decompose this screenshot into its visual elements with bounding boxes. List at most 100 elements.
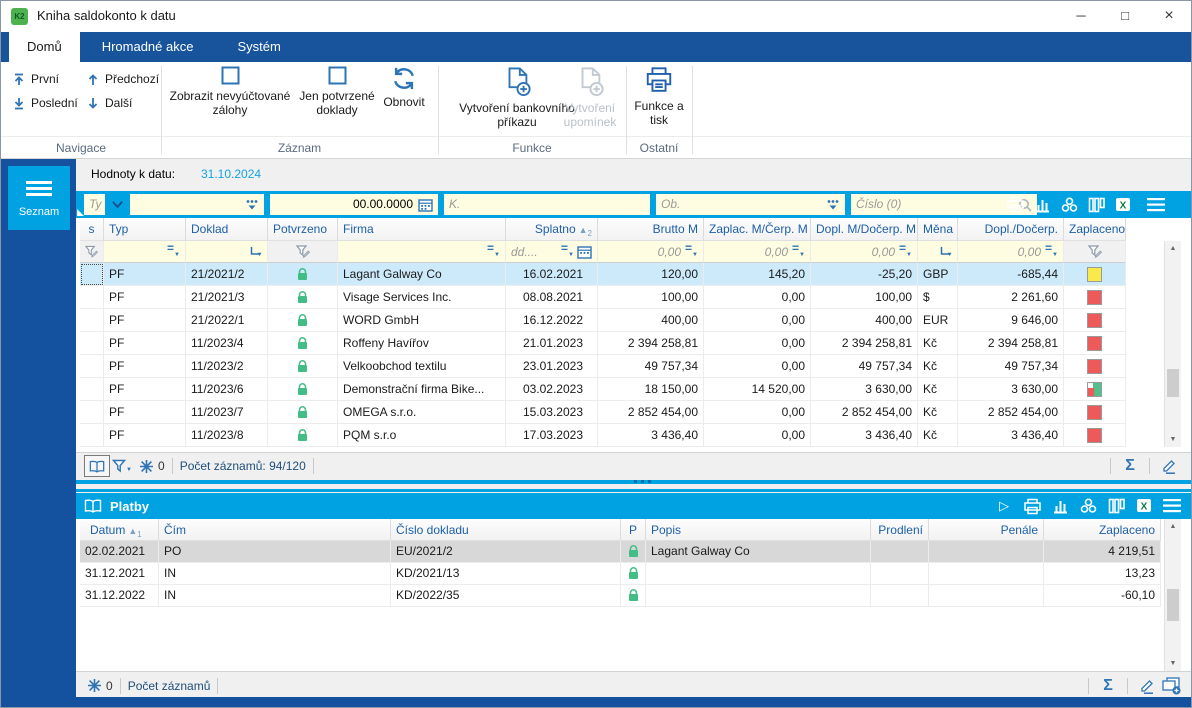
col-header-zaplaceno[interactable]: Zaplaceno [1064, 218, 1126, 241]
tab-system[interactable]: Systém [215, 32, 302, 62]
values-date-value[interactable]: 31.10.2024 [201, 167, 261, 181]
table-row[interactable]: PF 11/2023/7 OMEGA s.r.o. 15.03.2023 2 8… [80, 401, 1191, 424]
equals-filter-icon[interactable]: =▼ [167, 242, 180, 260]
scroll-up-icon[interactable]: ▲ [1165, 519, 1181, 534]
col-header-datum[interactable]: Datum ▲1 [80, 519, 159, 541]
scroll-down-icon[interactable]: ▼ [1165, 432, 1181, 447]
only-confirmed-docs-toggle[interactable]: Jen potvrzené doklady [299, 66, 375, 117]
filter-cell-zaplaceno[interactable] [1064, 241, 1126, 263]
filter-cell-dopl[interactable]: 0,00 =▼ [958, 241, 1064, 263]
col-header-cim[interactable]: Čím [159, 519, 391, 541]
table-row[interactable]: PF 11/2023/4 Roffeny Havířov 21.01.2023 … [80, 332, 1191, 355]
filter-ob-input[interactable]: Ob. [656, 194, 845, 215]
close-button[interactable]: × [1147, 1, 1191, 32]
run-button[interactable]: ▷ [993, 495, 1015, 517]
col-header-prodleni[interactable]: Prodlení [871, 519, 929, 541]
filter-k-input[interactable]: K. [444, 194, 650, 215]
filter-cell-mena[interactable] [918, 241, 958, 263]
splitter-handle[interactable] [633, 480, 651, 483]
frozen-rows-icon[interactable] [134, 455, 158, 477]
processes-button[interactable] [1058, 194, 1080, 216]
row-selector-cell[interactable] [80, 355, 104, 378]
sum-button[interactable]: Σ [1096, 675, 1120, 697]
corner-arrow-icon[interactable] [249, 246, 262, 258]
payment-row[interactable]: 31.12.2022 IN KD/2022/35 -60,10 [80, 585, 1191, 607]
col-header-dopl-m[interactable]: Dopl. M/Dočerp. M [811, 218, 918, 241]
filter-cell-s[interactable] [80, 241, 104, 263]
equals-filter-icon[interactable]: =▼ [561, 242, 574, 260]
table-row[interactable]: PF 21/2021/3 Visage Services Inc. 08.08.… [80, 286, 1191, 309]
calendar-icon[interactable] [418, 198, 433, 212]
nav-first-button[interactable]: První [13, 72, 59, 86]
panel-splitter[interactable] [76, 479, 1191, 493]
row-selector-cell[interactable] [80, 309, 104, 332]
filter-cell-doklad[interactable] [186, 241, 268, 263]
tab-domu[interactable]: Domů [9, 32, 80, 62]
table-row[interactable]: PF 11/2023/6 Demonstrační firma Bike... … [80, 378, 1191, 401]
sum-button[interactable]: Σ [1118, 455, 1142, 477]
row-selector-cell[interactable] [80, 286, 104, 309]
payment-row[interactable]: 31.12.2021 IN KD/2021/13 13,23 [80, 563, 1191, 585]
chart-button[interactable] [1049, 495, 1071, 517]
col-header-penale[interactable]: Penále [929, 519, 1044, 541]
corner-arrow-icon[interactable] [939, 246, 952, 258]
col-header-typ[interactable]: Typ [104, 218, 186, 241]
table-row[interactable]: PF 11/2023/2 Velkoobchod textilu 23.01.2… [80, 355, 1191, 378]
scrollbar-thumb[interactable] [1167, 369, 1179, 397]
filter-cell-typ[interactable]: =▼ [104, 241, 186, 263]
col-header-popis[interactable]: Popis [646, 519, 871, 541]
col-header-cislo-dokladu[interactable]: Číslo dokladu [391, 519, 621, 541]
table-row[interactable]: PF 21/2022/1 WORD GmbH 16.12.2022 400,00… [80, 309, 1191, 332]
col-header-splatno[interactable]: Splatno ▲2 [506, 218, 598, 241]
filter-menu-button[interactable]: ▼ [110, 455, 134, 477]
tab-hromadne-akce[interactable]: Hromadné akce [80, 32, 216, 62]
row-selector-cell[interactable] [80, 378, 104, 401]
filter-type-dropdown[interactable] [107, 194, 127, 215]
new-window-button[interactable] [1159, 675, 1183, 697]
sidebar-item-seznam[interactable]: Seznam [8, 166, 70, 230]
lookup-dots-icon[interactable] [245, 199, 259, 211]
chart-button[interactable] [1031, 194, 1053, 216]
payment-row[interactable]: 02.02.2021 PO EU/2021/2 Lagant Galway Co… [80, 541, 1191, 563]
refresh-button[interactable]: Obnovit [375, 66, 433, 109]
excel-export-button[interactable]: X [1112, 194, 1134, 216]
print-button[interactable] [1021, 495, 1043, 517]
equals-filter-icon[interactable]: =▼ [685, 242, 698, 260]
scrollbar-thumb[interactable] [1167, 589, 1179, 621]
filter-cell-zaplac[interactable]: 0,00 =▼ [704, 241, 811, 263]
processes-button[interactable] [1077, 495, 1099, 517]
scroll-up-icon[interactable]: ▲ [1165, 241, 1181, 256]
col-header-brutto[interactable]: Brutto M [598, 218, 704, 241]
filter-lookup-input[interactable] [130, 194, 264, 215]
row-selector-cell[interactable] [80, 424, 104, 447]
filter-date-input[interactable]: 00.00.0000 [270, 194, 438, 215]
table-row[interactable]: PF 11/2023/8 PQM s.r.o 17.03.2023 3 436,… [80, 424, 1191, 447]
equals-filter-icon[interactable]: =▼ [792, 242, 805, 260]
print-button[interactable] [1004, 194, 1026, 216]
row-selector-cell[interactable] [80, 332, 104, 355]
filter-cell-potvrzeno[interactable] [268, 241, 338, 263]
filter-cell-dopl-m[interactable]: 0,00 =▼ [811, 241, 918, 263]
col-header-dopl[interactable]: Dopl./Dočerp. [958, 218, 1064, 241]
filter-cell-splatno[interactable]: dd.... =▼ [506, 241, 598, 263]
maximize-button[interactable]: □ [1103, 1, 1147, 32]
calendar-icon[interactable] [577, 245, 592, 259]
lookup-dots-icon[interactable] [826, 199, 840, 211]
col-header-mena[interactable]: Měna [918, 218, 958, 241]
minimize-button[interactable]: ─ [1059, 1, 1103, 32]
row-selector-cell[interactable] [80, 263, 104, 286]
columns-button[interactable] [1085, 194, 1107, 216]
col-header-s[interactable]: s [80, 218, 104, 241]
edit-button[interactable] [1135, 675, 1159, 697]
columns-button[interactable] [1105, 495, 1127, 517]
grid-menu-button[interactable] [1161, 495, 1183, 517]
filter-type-input[interactable]: Ty [84, 194, 105, 215]
show-unbilled-advances-toggle[interactable]: Zobrazit nevyúčtované zálohy [164, 66, 296, 117]
book-view-button[interactable] [84, 455, 110, 477]
nav-next-button[interactable]: Další [87, 96, 132, 110]
row-selector-cell[interactable] [80, 401, 104, 424]
col-header-doklad[interactable]: Doklad [186, 218, 268, 241]
filter-cell-brutto[interactable]: 0,00 =▼ [598, 241, 704, 263]
nav-last-button[interactable]: Poslední [13, 96, 78, 110]
col-header-zaplaceno[interactable]: Zaplaceno [1044, 519, 1161, 541]
